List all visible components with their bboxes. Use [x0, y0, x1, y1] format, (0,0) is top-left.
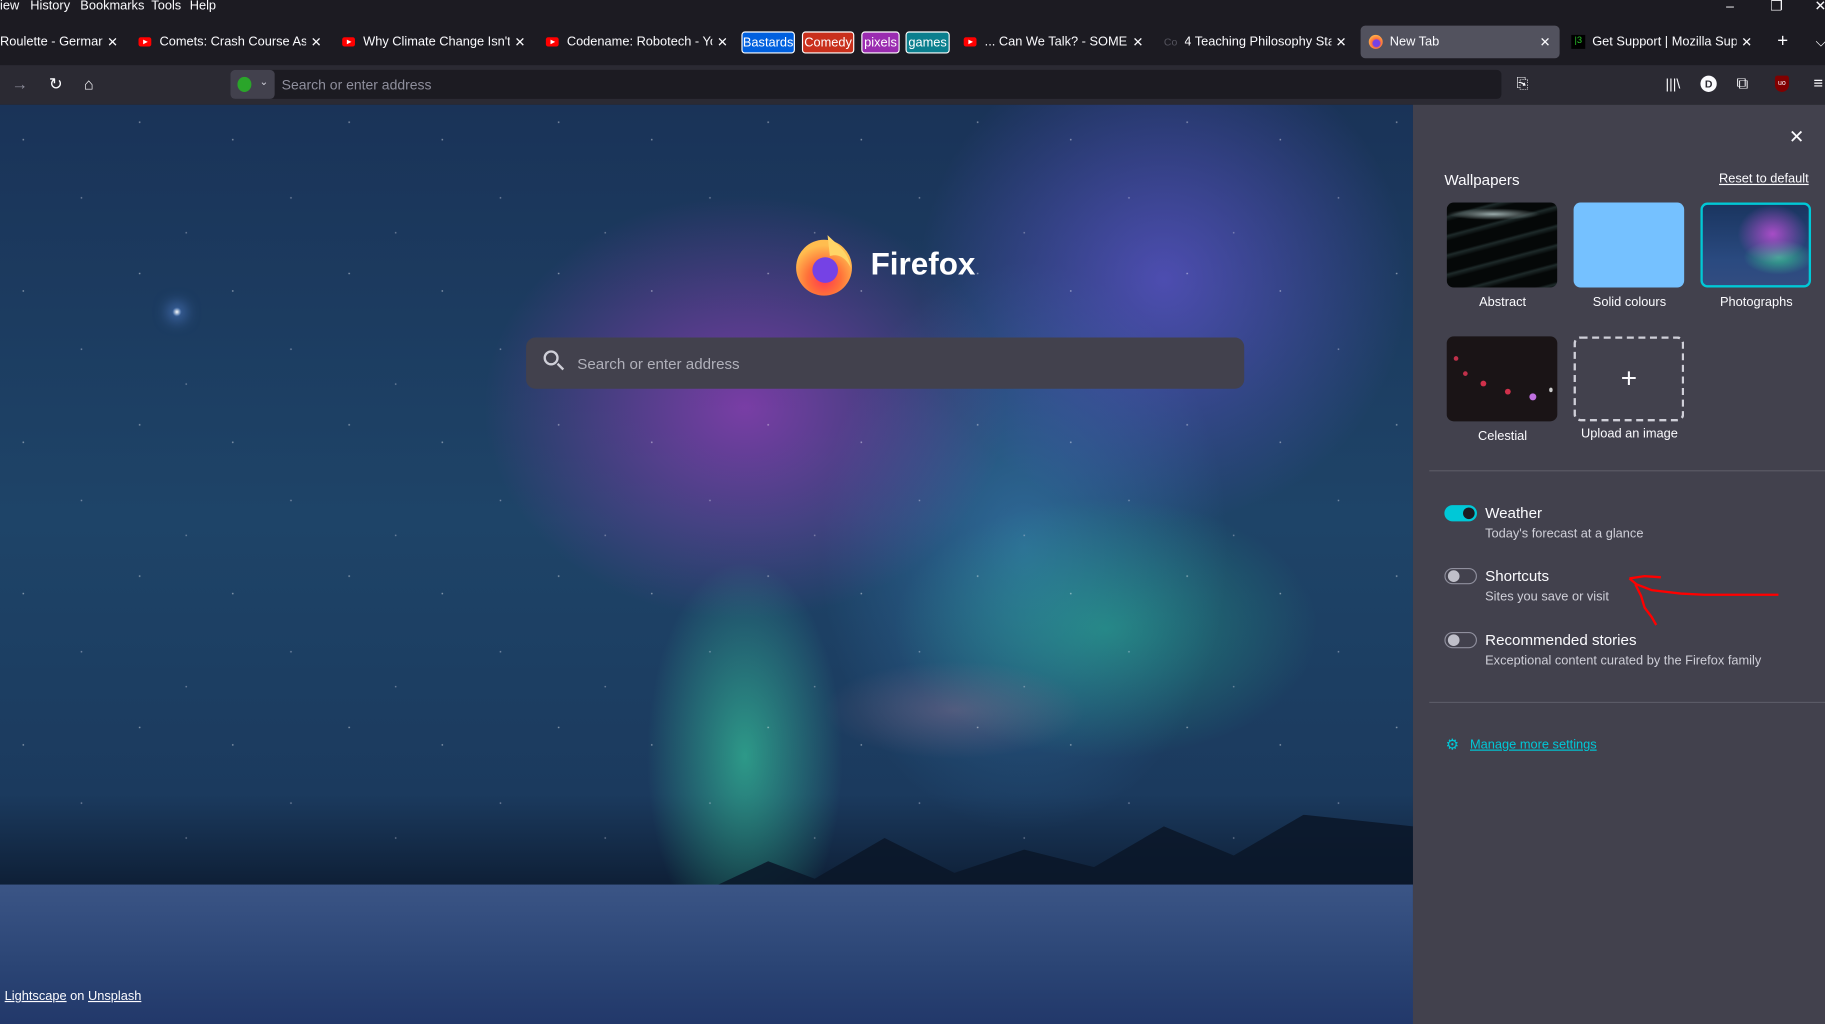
tab-title: Why Climate Change Isn't th [363, 34, 510, 49]
library-icon[interactable]: |||\ [1666, 76, 1681, 92]
list-all-tabs-chevron-icon[interactable]: ⌵ [1816, 34, 1825, 50]
snow-foreground [0, 884, 1413, 1024]
tab-group-games[interactable]: games [905, 31, 950, 54]
chevron-down-icon: ⌄ [259, 75, 269, 88]
close-tab-icon[interactable]: ✕ [1540, 34, 1551, 49]
unsplash-link[interactable]: Unsplash [88, 989, 141, 1003]
forward-arrow-icon[interactable]: → [12, 76, 28, 92]
tab[interactable]: Comets: Crash Course Astro ✕ [138, 26, 322, 59]
minimize-button[interactable]: – [1726, 0, 1734, 14]
tab-title: New Tab [1389, 34, 1440, 49]
menu-tools[interactable]: Tools [151, 0, 181, 13]
menu-history[interactable]: History [30, 0, 70, 13]
tab[interactable]: Roulette - Germany ✕ [0, 26, 118, 59]
tab-title: Roulette - Germany [0, 34, 103, 49]
wallpaper-attribution: Lightscape on Unsplash [5, 989, 142, 1003]
firefox-logo-icon [793, 233, 857, 297]
attribution-on: on [70, 989, 85, 1004]
search-input[interactable]: Search or enter address [577, 355, 739, 372]
tab-title: Get Support | Mozilla Suppo [1592, 34, 1737, 49]
tab-title: Codename: Robotech - You [566, 34, 713, 49]
tab-title: 4 Teaching Philosophy State [1184, 34, 1331, 49]
bright-star [172, 307, 182, 317]
extensions-puzzle-icon[interactable]: ⧉ [1737, 74, 1749, 90]
youtube-icon [963, 37, 977, 47]
menu-help[interactable]: Help [190, 0, 216, 13]
red-arrow-annotation [1628, 574, 1779, 626]
wallpaper-stars [0, 104, 1413, 850]
close-tab-icon[interactable]: ✕ [1132, 34, 1143, 49]
reload-icon[interactable]: ↻ [49, 76, 63, 92]
close-tab-icon[interactable]: ✕ [1336, 34, 1347, 49]
ecosia-icon [237, 76, 252, 92]
tab-title: ... Can We Talk? - SOME MO [984, 34, 1128, 49]
close-tab-icon[interactable]: ✕ [717, 34, 728, 49]
youtube-icon [342, 37, 355, 47]
close-tab-icon[interactable]: ✕ [1741, 34, 1752, 49]
tab[interactable]: Codename: Robotech - You ✕ [545, 26, 728, 59]
tab[interactable]: ... Can We Talk? - SOME MO ✕ [963, 26, 1143, 59]
close-tab-icon[interactable]: ✕ [107, 34, 118, 49]
close-tab-icon[interactable]: ✕ [514, 34, 525, 49]
tab-group-bastards[interactable]: Bastards [741, 31, 795, 54]
author-link[interactable]: Lightscape [5, 989, 67, 1003]
menu-bookmarks[interactable]: Bookmarks [80, 0, 144, 13]
tab[interactable]: Co 4 Teaching Philosophy State ✕ [1164, 26, 1346, 59]
newtab-search-box[interactable]: Search or enter address [526, 337, 1245, 389]
new-tab-page: Firefox Search or enter address Lightsca… [0, 104, 1413, 1024]
search-engine-button[interactable]: ⌄ [230, 69, 275, 99]
restore-button[interactable]: ❐ [1770, 0, 1783, 14]
tab-active[interactable]: New Tab ✕ [1360, 25, 1560, 59]
customize-panel: ✕ Wallpapers Reset to default Abstract S… [1412, 104, 1825, 1024]
navigation-toolbar: → ↻ ⌂ ⌄ Search or enter address ⎘ |||\ D… [0, 65, 1825, 105]
url-bar[interactable]: ⌄ Search or enter address [230, 69, 1502, 99]
url-input[interactable]: Search or enter address [282, 77, 432, 93]
search-icon-handle [556, 362, 565, 371]
tab-group-comedy[interactable]: Comedy [801, 31, 855, 54]
support-icon: |3 [1571, 34, 1586, 49]
new-tab-button[interactable]: + [1777, 32, 1788, 51]
firefox-icon [1368, 34, 1383, 49]
tab-title: Comets: Crash Course Astro [159, 34, 307, 49]
tab[interactable]: |3 Get Support | Mozilla Suppo ✕ [1571, 26, 1752, 59]
extension-d-icon[interactable]: D [1700, 75, 1717, 92]
youtube-icon [545, 37, 559, 47]
ublock-origin-icon[interactable]: uo [1774, 75, 1789, 92]
menu-view[interactable]: iew [0, 0, 19, 13]
tab-group-pixels[interactable]: pixels [861, 31, 900, 54]
hamburger-menu-icon[interactable]: ≡ [1813, 74, 1823, 90]
youtube-icon [138, 37, 152, 47]
save-to-pocket-icon[interactable]: ⎘ [1517, 75, 1529, 92]
co-icon: Co [1163, 36, 1178, 48]
tab[interactable]: Why Climate Change Isn't th ✕ [342, 26, 525, 59]
home-icon[interactable]: ⌂ [84, 76, 94, 92]
close-tab-icon[interactable]: ✕ [311, 34, 322, 49]
firefox-wordmark: Firefox [870, 246, 976, 282]
close-window-button[interactable]: ✕ [1815, 0, 1825, 14]
